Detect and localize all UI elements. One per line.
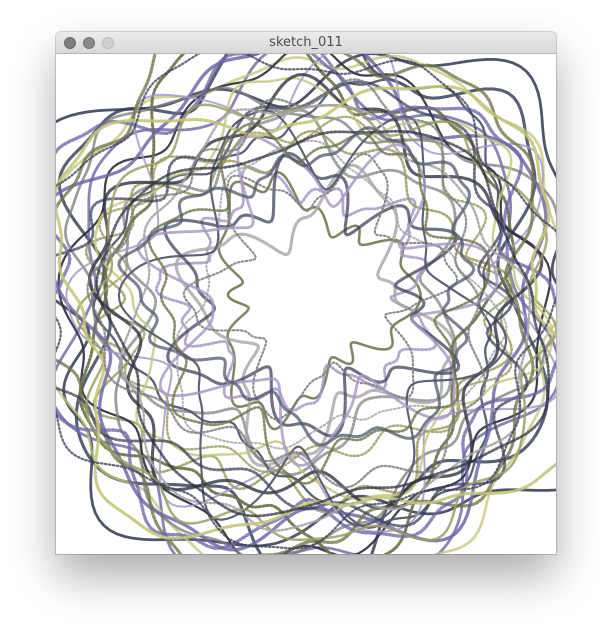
window-title: sketch_011 bbox=[269, 35, 343, 50]
wavy-ring bbox=[217, 171, 422, 431]
window-titlebar[interactable]: sketch_011 bbox=[56, 32, 556, 54]
generative-art bbox=[56, 54, 556, 554]
sketch-canvas[interactable] bbox=[56, 54, 556, 554]
sketch-window[interactable]: sketch_011 bbox=[56, 32, 556, 554]
desktop-background: sketch_011 bbox=[0, 0, 612, 634]
